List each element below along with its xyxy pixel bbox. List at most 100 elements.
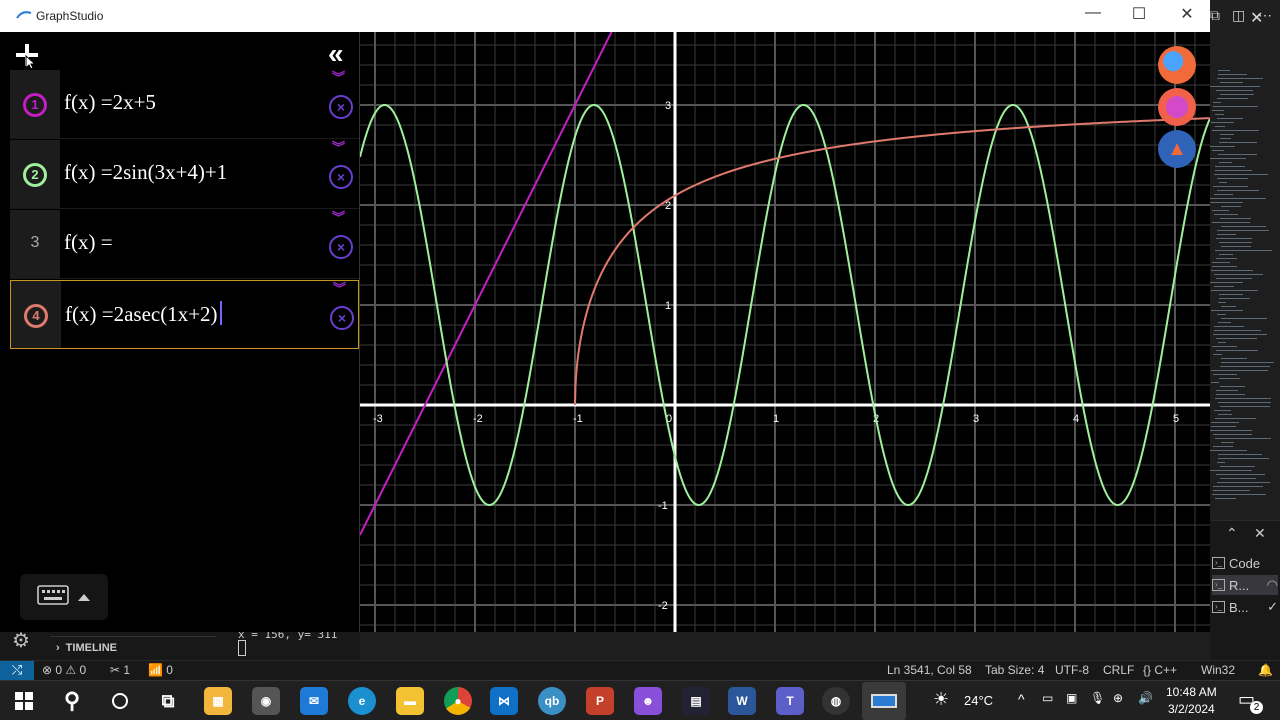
minimap-line	[1217, 230, 1269, 231]
clock-date[interactable]: 3/2/2024	[1168, 702, 1215, 716]
minimap-line	[1218, 302, 1226, 303]
cortana-icon[interactable]	[106, 687, 134, 715]
minimap-line	[1213, 186, 1248, 187]
language-globe-icon[interactable]: ⊕	[1113, 691, 1123, 705]
share-icon[interactable]	[1158, 46, 1196, 84]
chrome-icon[interactable]: ●	[444, 687, 472, 715]
delete-function-button[interactable]: ×	[329, 95, 353, 119]
maximize-button[interactable]: ☐	[1124, 4, 1154, 24]
keyboard-toggle-button[interactable]	[20, 574, 108, 620]
split-editor-icon[interactable]: ◫	[1232, 7, 1245, 24]
store-icon[interactable]: ▦	[204, 687, 232, 715]
discord-icon[interactable]: ☻	[634, 687, 662, 715]
flame-icon[interactable]: ▲	[1158, 130, 1196, 168]
obs-icon[interactable]: ◍	[822, 687, 850, 715]
restore-icon[interactable]: ⧉	[1210, 7, 1220, 24]
minimap[interactable]	[1210, 70, 1280, 510]
expand-icon[interactable]: ︾	[332, 141, 345, 154]
minimap-line	[1211, 422, 1239, 423]
function-color-badge[interactable]: 2	[23, 163, 47, 187]
tools-indicator[interactable]: ✂ 1	[110, 663, 130, 677]
camera-icon[interactable]: ◉	[252, 687, 280, 715]
function-input[interactable]: f(x) =2sin(3x+4)+1	[64, 160, 227, 185]
minimap-line	[1216, 350, 1258, 351]
close-button[interactable]: ✕	[1172, 4, 1202, 24]
problems-indicator[interactable]: ⊗ 0 ⚠ 0	[42, 663, 86, 677]
function-input[interactable]: f(x) =	[64, 230, 113, 255]
encoding[interactable]: UTF-8	[1055, 663, 1089, 677]
chevron-up-icon[interactable]: ⌃	[1226, 525, 1238, 542]
curve-2x-5	[360, 32, 613, 536]
delete-function-button[interactable]: ×	[329, 235, 353, 259]
expand-icon[interactable]: ︾	[332, 71, 345, 84]
vscode-icon[interactable]: ⋈	[490, 687, 518, 715]
minimize-button[interactable]: —	[1078, 4, 1108, 22]
app-icon[interactable]: ▤	[682, 687, 710, 715]
close-icon[interactable]: ✕	[1254, 525, 1266, 542]
minimap-line	[1214, 330, 1261, 331]
minimap-line	[1214, 286, 1234, 287]
weather-icon[interactable]: ☀	[933, 689, 949, 710]
expand-icon[interactable]: ︾	[333, 282, 346, 295]
function-row-4[interactable]: 4 f(x) =2asec(1x+2) ︾ ×	[10, 280, 359, 349]
minimap-line	[1218, 342, 1226, 343]
qbittorrent-icon[interactable]: qb	[538, 687, 566, 715]
graphstudio-taskbar-icon[interactable]	[862, 682, 906, 720]
minimap-line	[1221, 318, 1267, 319]
windows-start-icon[interactable]	[10, 687, 38, 715]
minimap-line	[1215, 398, 1271, 399]
function-color-badge[interactable]: 4	[24, 304, 48, 328]
panel-item-code[interactable]: ›_ Code	[1212, 553, 1278, 573]
timeline-section[interactable]: › TIMELINE	[50, 636, 216, 658]
panel-item-run[interactable]: ›_ R... ◠	[1212, 575, 1278, 595]
function-row-1[interactable]: 1 f(x) =2x+5 ︾ ×	[10, 70, 359, 139]
network-icon[interactable]: ▣	[1066, 691, 1077, 705]
ports-indicator[interactable]: 📶 0	[148, 663, 173, 677]
minimap-line	[1214, 214, 1238, 215]
minimap-line	[1215, 250, 1272, 251]
function-color-badge[interactable]: 1	[23, 93, 47, 117]
search-icon[interactable]: ⚲	[58, 687, 86, 715]
chevron-up-icon[interactable]: ^	[1018, 691, 1025, 707]
cursor-position[interactable]: Ln 3541, Col 58	[887, 663, 972, 677]
plus-icon[interactable]	[14, 42, 40, 68]
remote-icon[interactable]: ⤭	[0, 661, 34, 681]
clock-time[interactable]: 10:48 AM	[1166, 685, 1217, 699]
major-grid	[360, 32, 1210, 632]
powerpoint-icon[interactable]: P	[586, 687, 614, 715]
battery-icon[interactable]: ▭	[1042, 691, 1053, 705]
platform[interactable]: Win32	[1201, 663, 1235, 677]
task-view-icon[interactable]: ⧉	[154, 687, 182, 715]
expand-icon[interactable]: ︾	[332, 211, 345, 224]
x-tick-label: 5	[1173, 413, 1179, 425]
mail-icon[interactable]: ✉	[300, 687, 328, 715]
word-icon[interactable]: W	[728, 687, 756, 715]
collapse-sidebar-button[interactable]: «	[328, 40, 344, 68]
volume-icon[interactable]: 🔊	[1138, 691, 1153, 705]
panel-item-build[interactable]: ›_ B... ✓	[1212, 597, 1278, 617]
x-tick-label: 4	[1073, 413, 1079, 425]
terminal-icon: ›_	[1212, 601, 1225, 613]
file-explorer-icon[interactable]: ▬	[396, 687, 424, 715]
notifications-bell-icon[interactable]: 🔔	[1258, 663, 1273, 677]
teams-icon[interactable]: T	[776, 687, 804, 715]
microphone-icon[interactable]: 🎙	[1090, 691, 1105, 705]
weather-temp[interactable]: 24°C	[964, 693, 993, 708]
vscode-close-icon[interactable]: ✕	[1250, 8, 1263, 28]
function-input[interactable]: f(x) =2x+5	[64, 90, 156, 115]
line-ending[interactable]: CRLF	[1103, 663, 1134, 677]
minimap-line	[1213, 490, 1250, 491]
window-titlebar[interactable]: GraphStudio — ☐ ✕	[0, 0, 1210, 32]
function-row-3[interactable]: 3 f(x) = ︾ ×	[10, 210, 359, 279]
minimap-line	[1210, 146, 1235, 147]
tab-size[interactable]: Tab Size: 4	[985, 663, 1044, 677]
function-row-2[interactable]: 2 f(x) =2sin(3x+4)+1 ︾ ×	[10, 140, 359, 209]
delete-function-button[interactable]: ×	[329, 165, 353, 189]
minimap-line	[1212, 494, 1266, 495]
graph-canvas[interactable]: -3 -2 -1 0 1 2 3 4 5123-1-2	[360, 32, 1210, 632]
delete-function-button[interactable]: ×	[330, 306, 354, 330]
palette-icon[interactable]	[1158, 88, 1196, 126]
language-mode[interactable]: {} C++	[1143, 663, 1177, 677]
function-input[interactable]: f(x) =2asec(1x+2)	[65, 301, 222, 327]
edge-icon[interactable]: e	[348, 687, 376, 715]
